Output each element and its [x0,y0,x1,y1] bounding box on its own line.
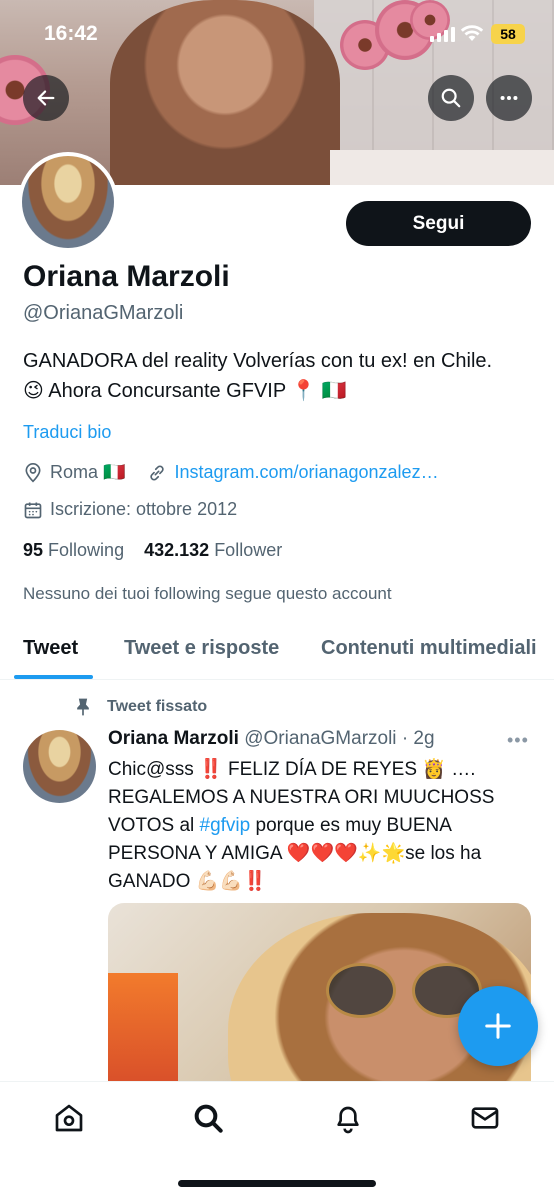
bio-line: GANADORA del reality Volverías con tu ex… [23,350,493,372]
battery-icon: 58 [491,24,525,44]
tweet-time: · 2g [401,728,435,749]
follow-counts: 95 Following 432.132 Follower [23,540,282,561]
compose-tweet-button[interactable] [458,986,538,1066]
mutual-followers-note: Nessuno dei tuoi following segue questo … [23,584,392,603]
nav-notifications[interactable] [332,1102,364,1134]
followers-count-link[interactable]: 432.132 Follower [144,540,282,561]
search-icon [441,88,461,108]
tab-media[interactable]: Contenuti multimediali [321,637,537,660]
pin-icon [73,697,93,717]
profile-avatar[interactable] [18,152,118,252]
status-time: 16:42 [44,22,98,45]
followers-count: 432.132 [144,540,210,560]
messages-icon [471,1107,499,1129]
profile-meta-location-website: Roma 🇮🇹 Instagram.com/orianagonzalez… [23,462,439,483]
tweet-media-image[interactable] [108,903,531,1083]
translate-bio-link[interactable]: Traduci bio [23,422,111,443]
home-indicator [178,1180,376,1187]
pinned-tweet-label: Tweet fissato [73,697,207,717]
cellular-signal-icon [430,27,455,42]
active-tab-indicator [14,675,93,679]
tweet-author-avatar[interactable] [23,730,96,803]
tab-tweet[interactable]: Tweet [23,637,78,660]
back-arrow-icon [37,90,55,106]
followers-label: Follower [214,540,283,560]
following-count: 95 [23,540,44,560]
calendar-icon [23,500,43,520]
pinned-text: Tweet fissato [107,698,208,715]
tweet-hashtag[interactable]: #gfvip [200,815,251,836]
nav-messages[interactable] [469,1102,501,1134]
nav-search[interactable] [192,1102,224,1134]
home-icon [55,1104,83,1132]
tab-tweet-replies[interactable]: Tweet e risposte [124,637,279,660]
profile-location: Roma 🇮🇹 [50,462,126,482]
tweet-text: Chic@sss ‼️ FELIZ DÍA DE REYES 👸 …. REGA… [108,756,538,896]
following-count-link[interactable]: 95 Following [23,540,124,561]
profile-bio: GANADORA del reality Volverías con tu ex… [23,346,543,406]
tweet-header: Oriana Marzoli @OrianaGMarzoli · 2g [108,728,435,750]
more-icon [500,95,518,101]
profile-meta-joined: Iscrizione: ottobre 2012 [23,499,237,520]
plus-icon [485,1013,511,1039]
following-label: Following [48,540,125,560]
more-button[interactable] [486,75,532,121]
profile-tabs: Tweet Tweet e risposte Contenuti multime… [0,620,554,680]
follow-button[interactable]: Segui [346,201,531,246]
profile-name: Oriana Marzoli [23,260,230,293]
avatar [22,156,114,248]
notifications-icon [337,1106,359,1134]
tweet-author-handle: @OrianaGMarzoli [244,728,397,749]
profile-handle: @OrianaGMarzoli [23,302,184,324]
profile-website-link[interactable]: Instagram.com/orianagonzalez… [174,462,438,483]
wifi-icon [460,25,484,41]
profile-joined-date: Iscrizione: ottobre 2012 [50,499,238,519]
status-bar: 16:42 58 [0,0,554,70]
bio-line: 😉 Ahora Concursante GFVIP 📍 🇮🇹 [23,380,347,402]
nav-home[interactable] [53,1102,85,1134]
back-button[interactable] [23,75,69,121]
search-button[interactable] [428,75,474,121]
tweet-more-button[interactable]: ••• [507,730,529,751]
tweet-author-name[interactable]: Oriana Marzoli [108,728,239,749]
link-icon [147,463,167,483]
location-pin-icon [23,462,43,483]
search-icon [194,1104,223,1133]
